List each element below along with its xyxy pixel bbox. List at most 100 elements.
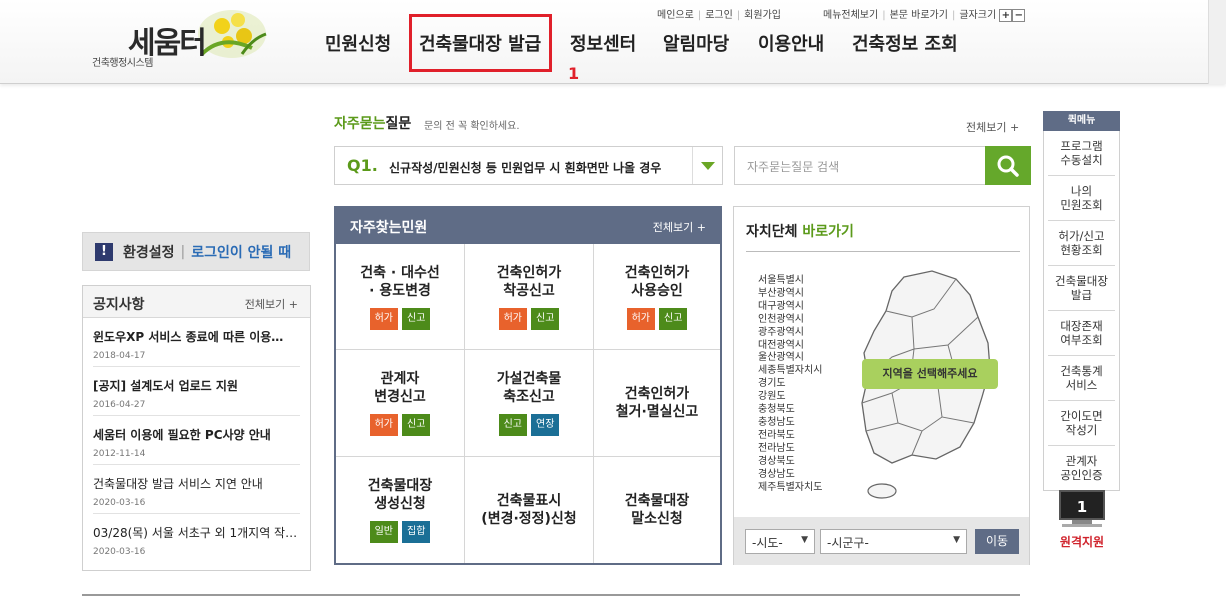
env-settings-label[interactable]: 환경설정	[123, 242, 175, 262]
environment-settings-bar[interactable]: ! 환경설정 | 로그인이 안될 때	[82, 232, 310, 271]
badge-permit[interactable]: 허가	[626, 307, 655, 330]
petition-cell[interactable]: 건축인허가 사용승인 허가 신고	[594, 244, 720, 350]
petition-title[interactable]: 건축인허가 사용승인	[625, 264, 689, 300]
faq-dropdown-toggle[interactable]	[692, 147, 722, 184]
petition-title[interactable]: 건축물대장 말소신청	[625, 492, 689, 528]
badge-report[interactable]: 신고	[531, 307, 560, 330]
badge-permit[interactable]: 허가	[498, 307, 527, 330]
quick-item-certificate[interactable]: 관계자 공인인증	[1048, 446, 1115, 490]
petition-title[interactable]: 건축물대장 생성신청	[368, 477, 432, 513]
search-button[interactable]	[985, 146, 1031, 185]
quick-item-register-issue[interactable]: 건축물대장 발급	[1048, 266, 1115, 311]
region-item[interactable]: 서울특별시	[758, 275, 822, 288]
nav-item-building-info[interactable]: 건축정보 조회	[852, 30, 958, 56]
region-item[interactable]: 전라북도	[758, 430, 822, 443]
faq-dropdown[interactable]: Q1. 신규작성/민원신청 등 민원업무 시 흰화면만 나올 경우	[334, 146, 723, 185]
quick-item-statistics[interactable]: 건축통계 서비스	[1048, 356, 1115, 401]
region-item[interactable]: 인천광역시	[758, 314, 822, 327]
badge-report[interactable]: 신고	[659, 307, 688, 330]
region-item[interactable]: 대구광역시	[758, 301, 822, 314]
quick-item-program-install[interactable]: 프로그램 수동설치	[1048, 131, 1115, 176]
list-item[interactable]: [공지] 설계도서 업로드 지원 2016-04-27	[93, 367, 300, 416]
util-link-main[interactable]: 메인으로	[657, 6, 694, 21]
util-link-join[interactable]: 회원가입	[744, 6, 781, 21]
badge-permit[interactable]: 허가	[369, 307, 398, 330]
petition-cell[interactable]: 건축물대장 생성신청 일반 집합	[336, 457, 465, 563]
go-button[interactable]: 이동	[975, 529, 1019, 554]
petition-title[interactable]: 관계자 변경신고	[374, 370, 426, 406]
list-item[interactable]: 윈도우XP 서비스 종료에 따른 이용… 2018-04-17	[93, 318, 300, 367]
font-increase-button[interactable]: +	[999, 8, 1013, 22]
region-item[interactable]: 대전광역시	[758, 340, 822, 353]
petition-cell[interactable]: 건축인허가 착공신고 허가 신고	[465, 244, 594, 350]
region-item[interactable]: 충청북도	[758, 404, 822, 417]
badge-extend[interactable]: 연장	[531, 414, 560, 436]
login-help-link[interactable]: 로그인이 안될 때	[191, 242, 291, 262]
nav-item-petition[interactable]: 민원신청	[325, 30, 391, 56]
list-item[interactable]: 03/28(목) 서울 서초구 외 1개지역 작업… 2020-03-16	[93, 514, 300, 563]
petition-cell[interactable]: 건축물대장 말소신청	[594, 457, 720, 563]
util-link-login[interactable]: 로그인	[705, 6, 733, 21]
nav-item-notice-board[interactable]: 알림마당	[663, 30, 729, 56]
notice-item-title[interactable]: 03/28(목) 서울 서초구 외 1개지역 작업…	[93, 524, 300, 541]
utility-links-2: 메뉴전체보기 | 본문 바로가기 | 글자크기 + −	[823, 6, 1026, 22]
popular-more-link[interactable]: 전체보기 +	[653, 219, 706, 235]
badge-general[interactable]: 일반	[369, 521, 398, 543]
region-item[interactable]: 부산광역시	[758, 288, 822, 301]
badge-report[interactable]: 신고	[402, 307, 431, 330]
badge-permit[interactable]: 허가	[369, 414, 398, 436]
notice-item-title[interactable]: 건축물대장 발급 서비스 지연 안내	[93, 475, 300, 492]
region-select-prompt[interactable]: 지역을 선택해주세요	[862, 359, 998, 389]
faq-more-link[interactable]: 전체보기 +	[966, 119, 1019, 135]
util-link-sitemap[interactable]: 메뉴전체보기	[823, 10, 878, 21]
notice-item-date: 2020-03-16	[93, 498, 146, 508]
notice-more-link[interactable]: 전체보기 +	[245, 296, 298, 312]
petition-title[interactable]: 가설건축물 축조신고	[497, 370, 561, 406]
notice-item-title[interactable]: 윈도우XP 서비스 종료에 따른 이용…	[93, 328, 300, 345]
remote-support-button[interactable]: 1 원격지원	[1054, 490, 1110, 550]
faq-title-rest: 질문	[385, 116, 412, 132]
util-link-skip[interactable]: 본문 바로가기	[890, 10, 948, 21]
petition-title[interactable]: 건축 · 대수선 · 용도변경	[360, 264, 439, 300]
region-item[interactable]: 경상남도	[758, 469, 822, 482]
petition-title[interactable]: 건축인허가 철거·멸실신고	[616, 385, 699, 421]
region-item[interactable]: 강원도	[758, 391, 822, 404]
quick-menu: 퀵메뉴 프로그램 수동설치 나의 민원조회 허가/신고 현황조회 건축물대장 발…	[1043, 111, 1120, 491]
remote-support-label: 원격지원	[1059, 535, 1105, 549]
nav-item-info-center[interactable]: 정보센터	[570, 30, 636, 56]
petition-cell[interactable]: 관계자 변경신고 허가 신고	[336, 350, 465, 457]
petition-title[interactable]: 건축물표시 (변경·정정)신청	[481, 492, 576, 528]
sido-select[interactable]: -시도- ▼	[745, 529, 815, 554]
faq-question-text[interactable]: 신규작성/민원신청 등 민원업무 시 흰화면만 나올 경우	[389, 159, 661, 176]
list-item[interactable]: 건축물대장 발급 서비스 지연 안내 2020-03-16	[93, 465, 300, 514]
region-item[interactable]: 울산광역시	[758, 352, 822, 365]
font-decrease-button[interactable]: −	[1012, 8, 1026, 22]
quick-item-my-petitions[interactable]: 나의 민원조회	[1048, 176, 1115, 221]
petition-cell[interactable]: 가설건축물 축조신고 신고 연장	[465, 350, 594, 457]
notice-item-title[interactable]: 세움터 이용에 필요한 PC사양 안내	[93, 426, 300, 443]
site-logo[interactable]: 세움터 건축행정시스템	[92, 4, 272, 72]
badge-report[interactable]: 신고	[402, 414, 431, 436]
quick-item-register-exists[interactable]: 대장존재 여부조회	[1048, 311, 1115, 356]
notice-item-title[interactable]: [공지] 설계도서 업로드 지원	[93, 377, 300, 394]
quick-item-permit-status[interactable]: 허가/신고 현황조회	[1048, 221, 1115, 266]
region-item[interactable]: 광주광역시	[758, 327, 822, 340]
region-item[interactable]: 제주특별자치도	[758, 482, 822, 495]
region-item[interactable]: 경상북도	[758, 456, 822, 469]
popular-grid: 건축 · 대수선 · 용도변경 허가 신고 건축인허가 착공신고 허가 신고 건…	[336, 244, 720, 563]
region-item[interactable]: 전라남도	[758, 443, 822, 456]
region-item[interactable]: 경기도	[758, 378, 822, 391]
petition-cell[interactable]: 건축 · 대수선 · 용도변경 허가 신고	[336, 244, 465, 350]
list-item[interactable]: 세움터 이용에 필요한 PC사양 안내 2012-11-14	[93, 416, 300, 465]
badge-report[interactable]: 신고	[498, 414, 527, 436]
sigungu-select[interactable]: -시군구- ▼	[820, 529, 967, 554]
quick-item-drawing-tool[interactable]: 간이도면 작성기	[1048, 401, 1115, 446]
petition-cell[interactable]: 건축물표시 (변경·정정)신청	[465, 457, 594, 563]
region-item[interactable]: 세종특별자치시	[758, 365, 822, 378]
region-item[interactable]: 충청남도	[758, 417, 822, 430]
petition-title[interactable]: 건축인허가 착공신고	[497, 264, 561, 300]
nav-item-guide[interactable]: 이용안내	[758, 30, 824, 56]
faq-search-input[interactable]: 자주묻는질문 검색	[734, 146, 986, 185]
petition-cell[interactable]: 건축인허가 철거·멸실신고	[594, 350, 720, 457]
badge-collective[interactable]: 집합	[402, 521, 431, 543]
